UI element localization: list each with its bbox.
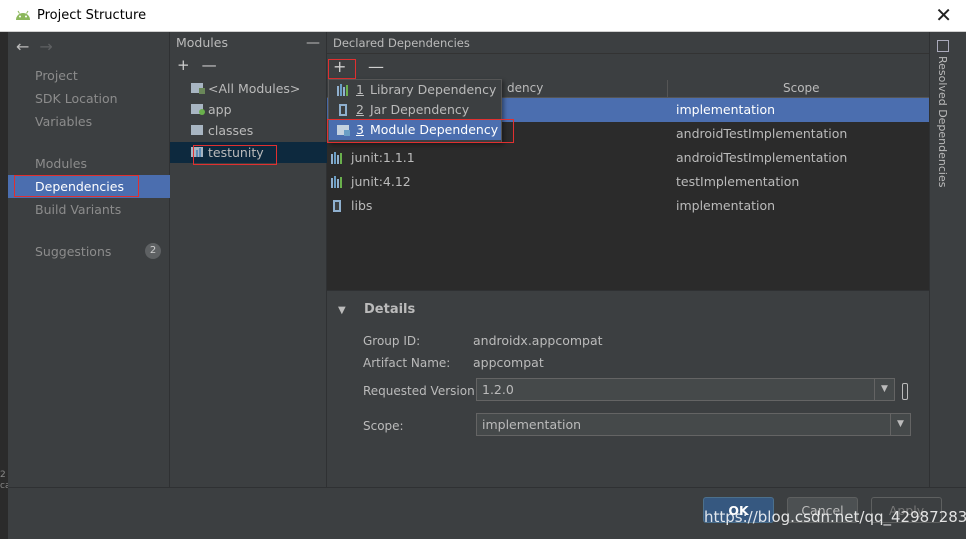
close-icon[interactable]: ✕ [935,4,952,26]
jar-icon [333,200,341,212]
folder-icon [191,125,203,135]
dependency-name: junit:1.1.1 [351,150,415,165]
dependency-scope: implementation [676,102,776,117]
jar-icon [339,104,347,116]
collapse-triangle-icon[interactable]: ▼ [338,305,346,316]
details-title: Details [364,302,416,317]
highlight-outline [327,119,514,143]
modules-header: Modules — [170,32,326,54]
menu-mnemonic: 1 [356,82,364,97]
module-label: app [208,102,232,117]
library-bars-icon [331,176,342,188]
menu-item-jar-dependency[interactable]: 2 Jar Dependency [329,100,501,120]
modules-title: Modules [176,35,228,50]
module-item-app[interactable]: app [170,99,327,120]
module-item-classes[interactable]: classes [170,120,327,141]
modules-panel: Modules — + — <All Modules> app classes t… [170,32,327,487]
chevron-down-icon[interactable]: ▼ [874,379,894,400]
suggestions-count-badge: 2 [145,243,161,259]
sidebar-item-project[interactable]: Project [8,64,170,87]
nav-arrows: ← → [16,37,63,56]
scope-combo[interactable]: implementation ▼ [476,413,911,436]
resolved-dependencies-icon[interactable] [937,40,949,52]
resolved-dependencies-tab[interactable]: Resolved Dependencies [936,56,949,187]
highlight-outline [14,175,139,197]
declared-toolbar: + — [327,54,929,80]
highlight-outline [328,59,356,79]
app-module-icon [191,104,205,115]
module-item-all[interactable]: <All Modules> [170,78,327,99]
menu-item-library-dependency[interactable]: 1 Library Dependency [329,80,501,100]
forward-arrow-icon[interactable]: → [39,37,52,56]
requested-version-combo[interactable]: 1.2.0 ▼ [476,378,895,401]
highlight-outline [193,145,277,165]
chevron-down-icon[interactable]: ▼ [890,414,910,435]
artifact-name-value: appcompat [473,355,544,370]
library-bars-icon [331,152,342,164]
declared-header: Declared Dependencies [327,32,929,54]
details-section: ▼ Details Group ID: androidx.appcompat A… [327,290,929,487]
sidebar-item-sdk-location[interactable]: SDK Location [8,87,170,110]
module-label: classes [208,123,254,138]
collapse-icon[interactable]: — [306,32,320,54]
dependency-name: junit:4.12 [351,174,411,189]
dependency-scope: androidTestImplementation [676,150,848,165]
requested-version-value: 1.2.0 [482,382,514,397]
table-row[interactable]: junit:1.1.1 androidTestImplementation [327,146,929,170]
menu-mnemonic: 2 [356,102,364,117]
dependency-scope: testImplementation [676,174,800,189]
version-options-button[interactable] [902,383,908,400]
dependency-name: libs [351,198,373,213]
window-title: Project Structure [37,8,147,23]
menu-label: Jar Dependency [370,102,470,117]
background-window-sliver: 2 ca [0,32,10,539]
table-row[interactable]: libs implementation [327,194,929,218]
requested-version-label: Requested Version: [363,384,479,398]
watermark-text: https://blog.csdn.net/qq_42987283 [704,508,966,526]
resolved-dependencies-strip: Resolved Dependencies [929,32,966,487]
dependency-scope: implementation [676,198,776,213]
artifact-name-label: Artifact Name: [363,356,451,370]
dependency-scope: androidTestImplementation [676,126,848,141]
group-id-value: androidx.appcompat [473,333,603,348]
sidebar-item-variables[interactable]: Variables [8,110,170,133]
scope-value: implementation [482,417,582,432]
scope-label: Scope: [363,419,404,433]
title-bar: Project Structure ✕ [0,0,966,32]
column-header-dependency[interactable]: dency [507,81,543,95]
add-module-button[interactable]: + [177,56,190,74]
remove-dependency-button[interactable]: — [368,57,384,76]
sidebar-item-modules[interactable]: Modules [8,152,170,175]
modules-toolbar: + — [170,54,326,76]
menu-label: Library Dependency [370,82,497,97]
column-divider [667,80,668,98]
all-modules-icon [191,83,205,94]
group-id-label: Group ID: [363,334,421,348]
sidebar: ← → Project SDK Location Variables Module… [8,32,170,487]
remove-module-button[interactable]: — [202,56,217,74]
android-icon [16,10,30,20]
back-arrow-icon[interactable]: ← [16,37,29,56]
library-bars-icon [337,84,348,96]
table-row[interactable]: junit:4.12 testImplementation [327,170,929,194]
module-label: <All Modules> [208,81,301,96]
column-header-scope[interactable]: Scope [783,81,820,95]
sidebar-item-build-variants[interactable]: Build Variants [8,198,170,221]
